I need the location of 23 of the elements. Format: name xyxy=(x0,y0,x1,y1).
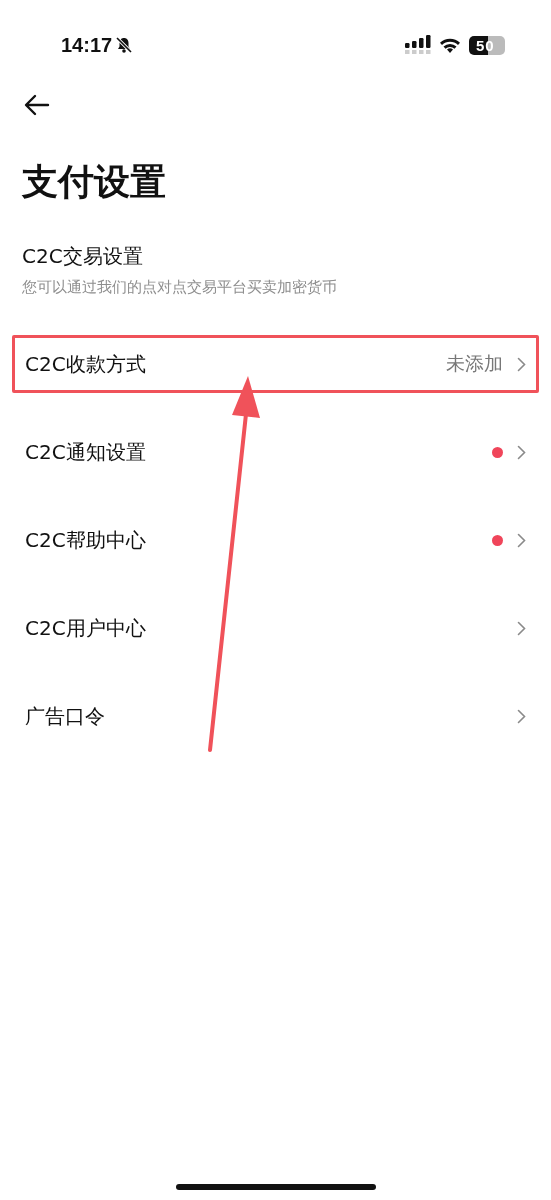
row-label: C2C收款方式 xyxy=(25,350,146,378)
chevron-icon xyxy=(517,356,526,372)
back-button[interactable] xyxy=(24,94,50,116)
row-label: C2C用户中心 xyxy=(25,614,146,642)
signal-icon xyxy=(405,35,431,55)
settings-row[interactable]: C2C收款方式 未添加 xyxy=(12,335,539,393)
chevron-icon xyxy=(517,444,526,460)
clock-time: 14:17 xyxy=(61,33,113,57)
settings-row[interactable]: C2C用户中心 xyxy=(12,584,539,672)
settings-row[interactable]: C2C帮助中心 xyxy=(12,496,539,584)
row-label: C2C帮助中心 xyxy=(25,526,146,554)
row-value: 未添加 xyxy=(446,351,503,376)
wifi-icon xyxy=(439,36,461,54)
settings-row[interactable]: C2C通知设置 xyxy=(12,408,539,496)
row-label: C2C通知设置 xyxy=(25,438,146,466)
chevron-icon xyxy=(517,708,526,724)
section-description: 您可以通过我们的点对点交易平台买卖加密货币 xyxy=(22,278,338,297)
page-title: 支付设置 xyxy=(22,160,167,204)
row-label: 广告口令 xyxy=(25,702,105,730)
settings-row[interactable]: 广告口令 xyxy=(12,672,539,760)
section-title: C2C交易设置 xyxy=(22,243,144,270)
chevron-icon xyxy=(517,532,526,548)
chevron-icon xyxy=(517,620,526,636)
